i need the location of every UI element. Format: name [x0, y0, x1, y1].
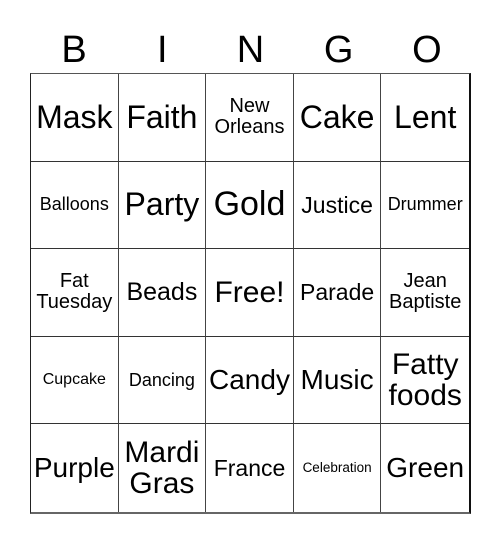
bingo-header: B I N G O — [30, 28, 471, 73]
bingo-cell: Mask — [31, 74, 119, 162]
bingo-cell: Fat Tuesday — [31, 249, 119, 337]
bingo-cell: Balloons — [31, 161, 119, 250]
header-letter-g: G — [323, 29, 354, 71]
bingo-cell: Gold — [206, 161, 294, 250]
bingo-cell: Jean Baptiste — [381, 249, 469, 337]
bingo-cell: Fatty foods — [381, 337, 469, 425]
bingo-cell: Cupcake — [31, 336, 119, 425]
header-letter-n: N — [236, 29, 265, 71]
bingo-cell: Music — [293, 336, 382, 425]
bingo-cell free-space: Free! — [206, 249, 294, 337]
bingo-cell: Cake — [293, 74, 382, 162]
bingo-cell: Green — [386, 452, 465, 484]
header-letter-b: B — [61, 29, 87, 71]
bingo-cell: Justice — [293, 161, 382, 250]
bingo-cell: Mardi Gras — [119, 424, 207, 512]
bingo-cell: Purple — [31, 424, 119, 512]
bingo-cell: France — [206, 424, 294, 512]
bingo-cell: New Orleans — [206, 74, 294, 162]
bingo-cell: Celebration — [294, 424, 382, 512]
header-letter-i: I — [157, 29, 168, 71]
bingo-cell: Drummer — [381, 162, 469, 250]
bingo-cell: Lent — [381, 74, 469, 162]
bingo-cell: Parade — [293, 249, 382, 337]
bingo-cell: Dancing — [118, 336, 207, 425]
bingo-cell: Party — [118, 161, 207, 250]
bingo-grid: Mask Faith New Orleans Cake Lent Balloon… — [30, 73, 471, 514]
bingo-cell: Candy — [206, 336, 294, 425]
bingo-cell: Faith — [118, 74, 207, 162]
bingo-cell: Beads — [118, 249, 207, 337]
header-letter-o: O — [412, 29, 442, 71]
